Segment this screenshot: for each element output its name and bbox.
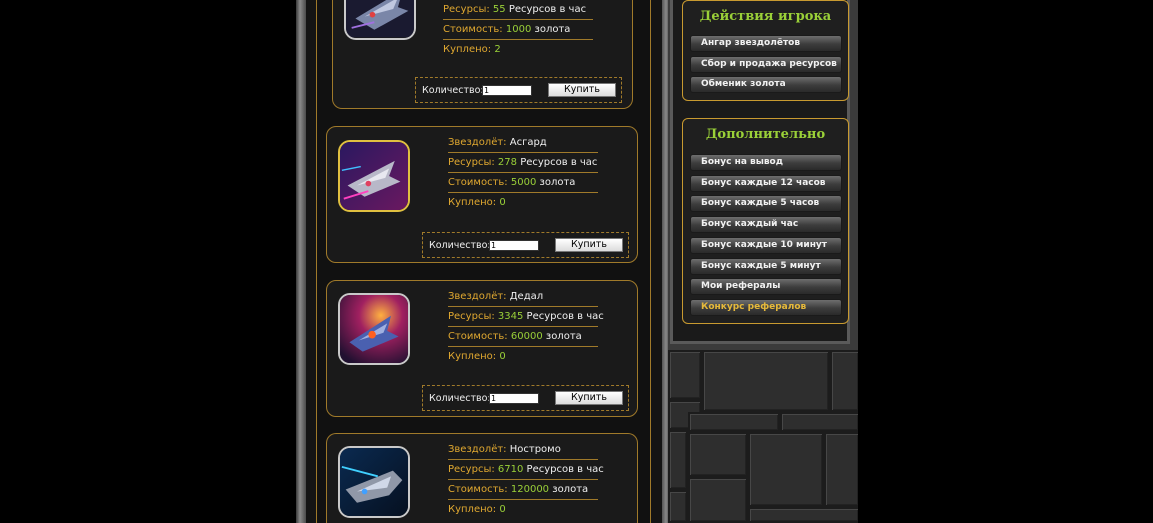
menu-item-gold-exchange[interactable]: Обменик золота <box>690 76 842 93</box>
menu-item-my-referrals[interactable]: Мои рефералы <box>690 278 842 295</box>
menu-item-bonus-12h[interactable]: Бонус каждые 12 часов <box>690 175 842 192</box>
ship-image <box>338 446 410 518</box>
stone-tile <box>688 477 748 523</box>
quantity-input[interactable]: 1 <box>489 240 539 251</box>
quantity-input[interactable]: 1 <box>482 85 532 96</box>
bought-row: Куплено: 0 <box>448 197 506 208</box>
menu-item-hangar[interactable]: Ангар звездолётов <box>690 35 842 52</box>
stone-tile <box>668 350 702 400</box>
stone-tile <box>668 430 688 490</box>
name-row: Звездолёт: Ностромо <box>448 440 598 460</box>
resources-row: Ресурсы: 3345 Ресурсов в час <box>448 307 604 327</box>
menu-item-collect-sell[interactable]: Сбор и продажа ресурсов <box>690 56 842 73</box>
menu-item-bonus-1h[interactable]: Бонус каждый час <box>690 216 842 233</box>
menu-item-withdraw-bonus[interactable]: Бонус на вывод <box>690 154 842 171</box>
stone-tile <box>668 490 688 523</box>
buy-box: Количество: 1 Купить <box>422 232 629 258</box>
stone-tile <box>748 432 824 507</box>
buy-box: Количество: 1 Купить <box>422 385 629 411</box>
menu-item-referral-contest[interactable]: Конкурс рефералов <box>690 299 842 316</box>
player-actions-title: Действия игрока <box>699 9 832 24</box>
menu-item-bonus-5m[interactable]: Бонус каждые 5 минут <box>690 258 842 275</box>
ship-info: Звездолёт: Ностромо Ресурсы: 6710 Ресурс… <box>448 440 604 520</box>
resources-row: Ресурсы: 6710 Ресурсов в час <box>448 460 604 480</box>
resources-row: Ресурсы: 55 Ресурсов в час <box>443 0 593 20</box>
ship-card: Звездолёт: Ностромо Ресурсы: 6710 Ресурс… <box>326 433 638 523</box>
sidebar-panel: Действия игрока Ангар звездолётов Сбор и… <box>670 0 850 344</box>
sidebar-column: Действия игрока Ангар звездолётов Сбор и… <box>668 0 858 523</box>
stone-tile <box>824 432 858 507</box>
extra-box: Дополнительно Бонус на вывод Бонус кажды… <box>682 118 849 324</box>
stone-tile <box>748 507 858 523</box>
spaceship-icon <box>340 295 408 363</box>
ship-info: Звездолёт: Асгард Ресурсы: 278 Ресурсов … <box>448 133 598 213</box>
spaceship-icon <box>340 142 408 210</box>
name-row: Звездолёт: Дедал <box>448 287 598 307</box>
spaceship-icon <box>340 448 408 516</box>
menu-item-bonus-10m[interactable]: Бонус каждые 10 минут <box>690 237 842 254</box>
quantity-label: Количество: <box>429 240 491 251</box>
stone-tile <box>780 412 858 432</box>
buy-button[interactable]: Купить <box>555 391 623 405</box>
cost-row: Стоимость: 1000 золота <box>443 20 593 40</box>
bought-row: Куплено: 2 <box>443 44 501 55</box>
menu-item-bonus-5h[interactable]: Бонус каждые 5 часов <box>690 195 842 212</box>
extra-title: Дополнительно <box>705 127 826 142</box>
ship-image <box>338 140 410 212</box>
quantity-label: Количество: <box>422 85 484 96</box>
stone-tile <box>688 432 748 477</box>
cost-row: Стоимость: 120000 золота <box>448 480 598 500</box>
ship-image <box>338 293 410 365</box>
buy-button[interactable]: Купить <box>555 238 623 252</box>
bought-row: Куплено: 0 <box>448 351 506 362</box>
buy-button[interactable]: Купить <box>548 83 616 97</box>
page-frame-left <box>296 0 306 523</box>
buy-box: Количество: 1 Купить <box>415 77 622 103</box>
quantity-label: Количество: <box>429 393 491 404</box>
name-row: Звездолёт: Асгард <box>448 133 598 153</box>
ship-card: Звездолёт: Дедал Ресурсы: 3345 Ресурсов … <box>326 280 638 417</box>
spaceship-icon <box>346 0 414 38</box>
resources-row: Ресурсы: 278 Ресурсов в час <box>448 153 598 173</box>
ship-image <box>344 0 416 40</box>
stone-tile <box>688 412 780 432</box>
ship-info: Звездолёт: Дедал Ресурсы: 3345 Ресурсов … <box>448 287 604 367</box>
cost-row: Стоимость: 5000 золота <box>448 173 598 193</box>
stone-tile <box>830 350 858 412</box>
ship-info: Ресурсы: 55 Ресурсов в час Стоимость: 10… <box>443 0 593 60</box>
ship-card: Ресурсы: 55 Ресурсов в час Стоимость: 10… <box>332 0 633 109</box>
ship-card: Звездолёт: Асгард Ресурсы: 278 Ресурсов … <box>326 126 638 263</box>
player-actions-box: Действия игрока Ангар звездолётов Сбор и… <box>682 0 849 101</box>
stone-tile <box>702 350 830 412</box>
bought-row: Куплено: 0 <box>448 504 506 515</box>
cost-row: Стоимость: 60000 золота <box>448 327 598 347</box>
quantity-input[interactable]: 1 <box>489 393 539 404</box>
